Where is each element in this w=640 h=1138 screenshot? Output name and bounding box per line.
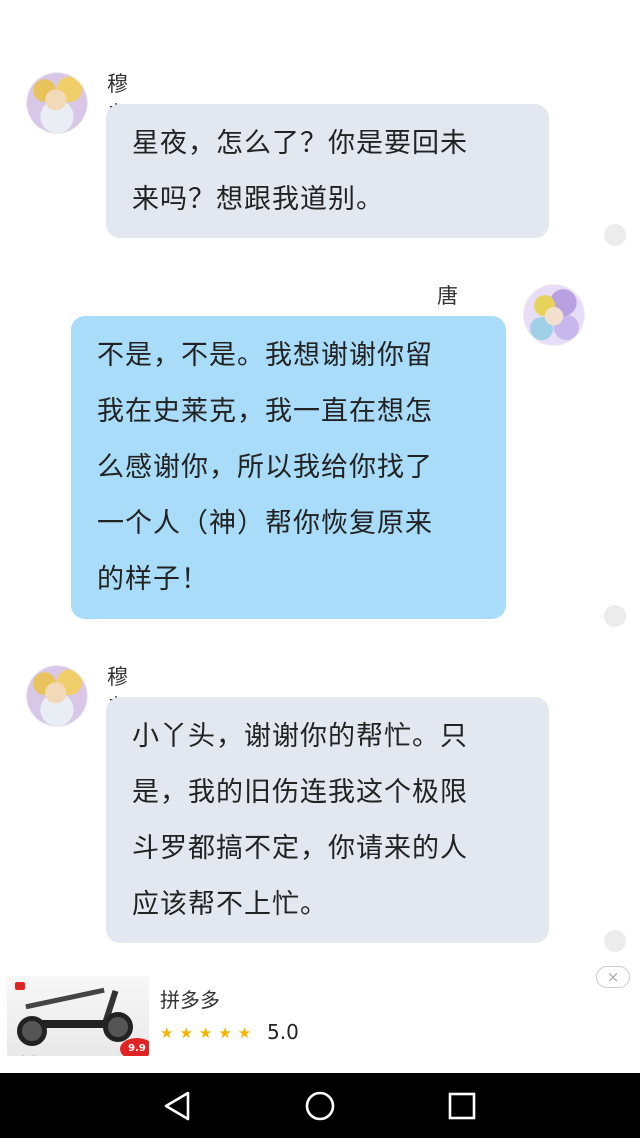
star-rating-icon: ★★★★★	[160, 1024, 258, 1042]
message-bubble[interactable]: 不是，不是。我想谢谢你留 我在史莱克，我一直在想怎 么感谢你，所以我给你找了 一…	[71, 316, 506, 619]
message-line: 星夜，怎么了？你是要回未	[132, 128, 468, 159]
ad-label: 广告	[17, 1052, 41, 1056]
message-line: 是，我的旧伤连我这个极限	[132, 777, 468, 808]
avatar[interactable]	[26, 665, 88, 727]
message-bubble[interactable]: 星夜，怎么了？你是要回未 来吗？想跟我道别。	[106, 104, 549, 238]
message-line: 斗罗都搞不定，你请来的人	[132, 833, 468, 864]
message-line: 我在史莱克，我一直在想怎	[97, 396, 433, 427]
message-line: 么感谢你，所以我给你找了	[97, 452, 433, 483]
message-line: 一个人（神）帮你恢复原来	[97, 508, 433, 539]
message-line: 小丫头，谢谢你的帮忙。只	[132, 721, 468, 752]
avatar[interactable]	[523, 284, 585, 346]
brand-tag-icon	[15, 982, 25, 990]
ad-image[interactable]: 9.9 广告	[7, 976, 149, 1056]
close-icon[interactable]: ×	[596, 966, 630, 988]
rating-value: 5.0	[267, 1020, 299, 1044]
scooter-handlebar	[25, 987, 105, 1010]
scooter-wheel	[17, 1016, 47, 1046]
message-line: 应该帮不上忙。	[132, 889, 328, 920]
ad-banner[interactable]: 9.9 广告 拼多多 ★★★★★ 5.0 ×	[0, 966, 640, 1072]
back-triangle-icon[interactable]	[160, 1089, 194, 1123]
ad-title[interactable]: 拼多多	[160, 984, 220, 1013]
message-bubble[interactable]: 小丫头，谢谢你的帮忙。只 是，我的旧伤连我这个极限 斗罗都搞不定，你请来的人 应…	[106, 697, 549, 943]
message-line: 不是，不是。我想谢谢你留	[97, 340, 433, 371]
status-dot	[604, 605, 626, 627]
status-dot	[604, 930, 626, 952]
recent-square-icon[interactable]	[445, 1089, 479, 1123]
price-badge: 9.9	[120, 1038, 149, 1056]
navigation-bar	[0, 1073, 640, 1138]
message-line: 的样子！	[97, 564, 209, 595]
scooter-wheel	[103, 1012, 133, 1042]
message-line: 来吗？想跟我道别。	[132, 184, 384, 215]
status-dot	[604, 224, 626, 246]
avatar[interactable]	[26, 72, 88, 134]
home-circle-icon[interactable]	[303, 1089, 337, 1123]
